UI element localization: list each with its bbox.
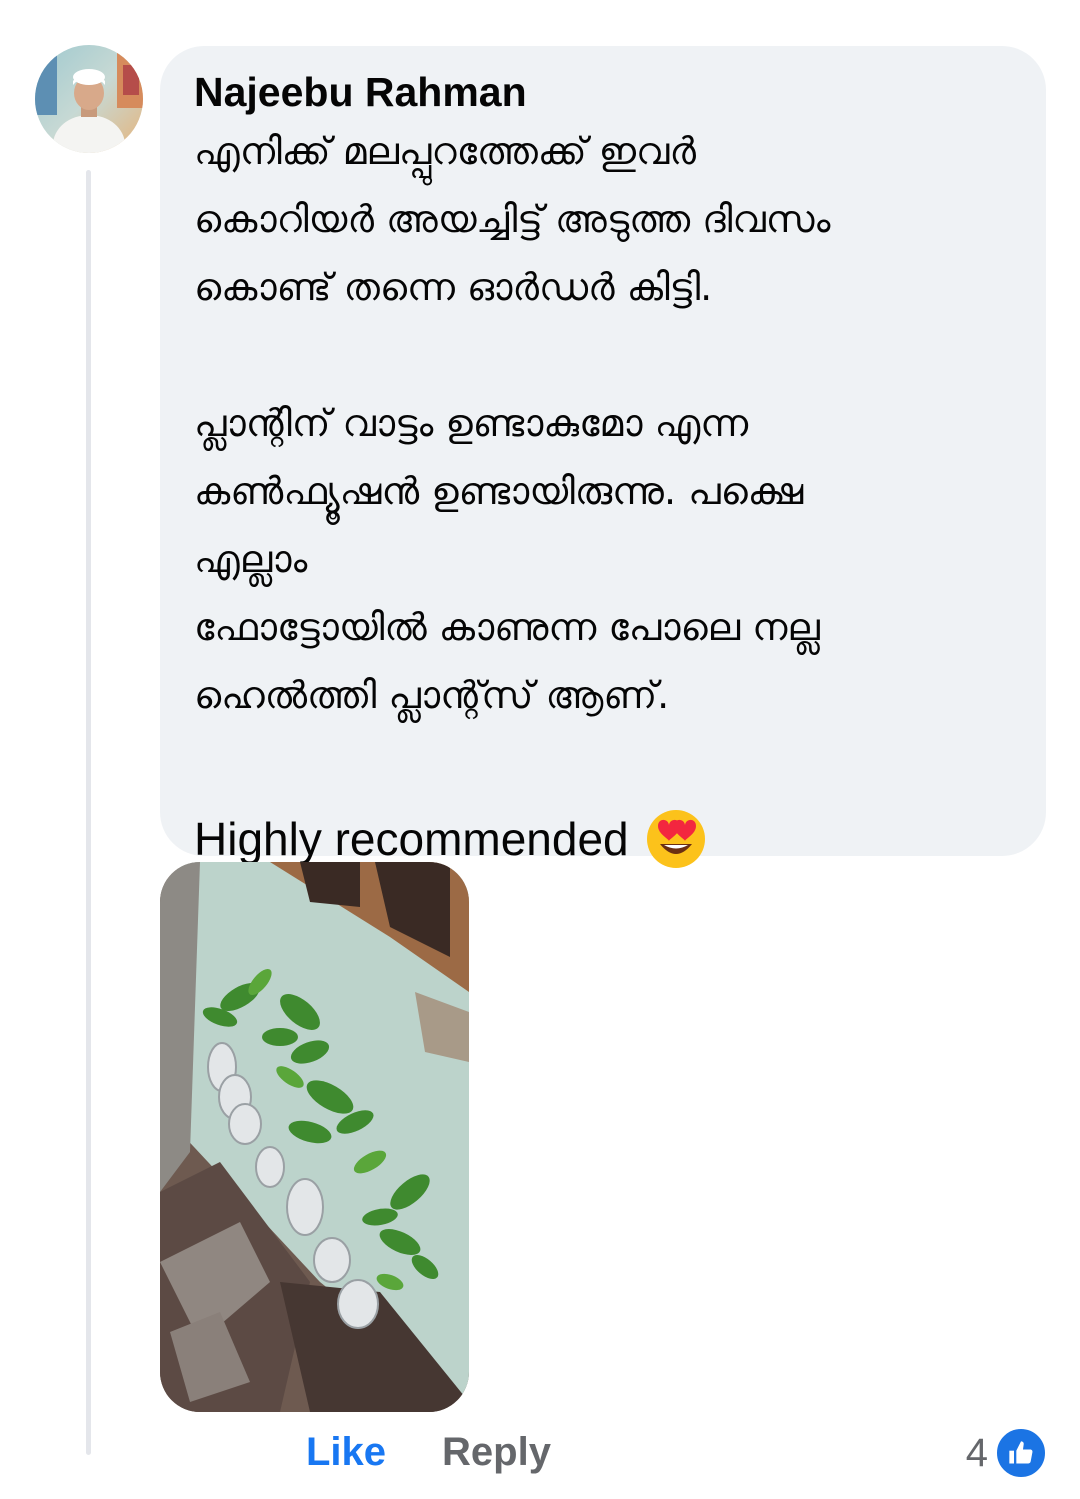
reply-button[interactable]: Reply xyxy=(442,1430,551,1475)
thumbs-up-icon xyxy=(994,1426,1048,1480)
heart-eyes-emoji-icon xyxy=(645,808,707,870)
comment-line: ഫോട്ടോയിൽ കാണുന്ന പോലെ നല്ല xyxy=(194,605,820,650)
thread-line xyxy=(86,170,91,1455)
comment-line: പ്ലാന്റിന് വാട്ടം ഉണ്ടാകുമോ എന്ന xyxy=(194,401,749,446)
comment-line: എനിക്ക് മലപ്പുറത്തേക്ക് ഇവർ xyxy=(194,129,697,174)
comment-line: കൊണ്ട് തന്നെ ഓർഡർ കിട്ടി. xyxy=(194,265,713,310)
reaction-count: 4 xyxy=(965,1430,988,1475)
comment-line: എല്ലാം xyxy=(194,537,308,582)
comment-line: കൺഫ്യൂഷൻ ഉണ്ടായിരുന്നു. പക്ഷെ xyxy=(194,469,804,514)
avatar[interactable] xyxy=(35,45,143,153)
comment-paragraph-1: എനിക്ക് മലപ്പുറത്തേക്ക് ഇവർ കൊറിയർ അയച്ച… xyxy=(194,117,1016,321)
comment-author[interactable]: Najeebu Rahman xyxy=(194,68,1016,117)
comment-line: കൊറിയർ അയച്ചിട്ട് അടുത്ത ദിവസം xyxy=(194,197,831,242)
photo-attachment[interactable] xyxy=(160,862,469,1412)
comment-actions: Like Reply xyxy=(306,1430,551,1475)
reaction-summary[interactable]: 4 xyxy=(966,1426,1048,1480)
comment-paragraph-2: പ്ലാന്റിന് വാട്ടം ഉണ്ടാകുമോ എന്ന കൺഫ്യൂഷ… xyxy=(194,389,1016,729)
comment-bubble: Najeebu Rahman എനിക്ക് മലപ്പുറത്തേക്ക് ഇ… xyxy=(160,46,1046,869)
like-button[interactable]: Like xyxy=(306,1430,386,1475)
comment-line: ഹെൽത്തി പ്ലാന്റ്സ് ആണ്. xyxy=(194,673,670,718)
